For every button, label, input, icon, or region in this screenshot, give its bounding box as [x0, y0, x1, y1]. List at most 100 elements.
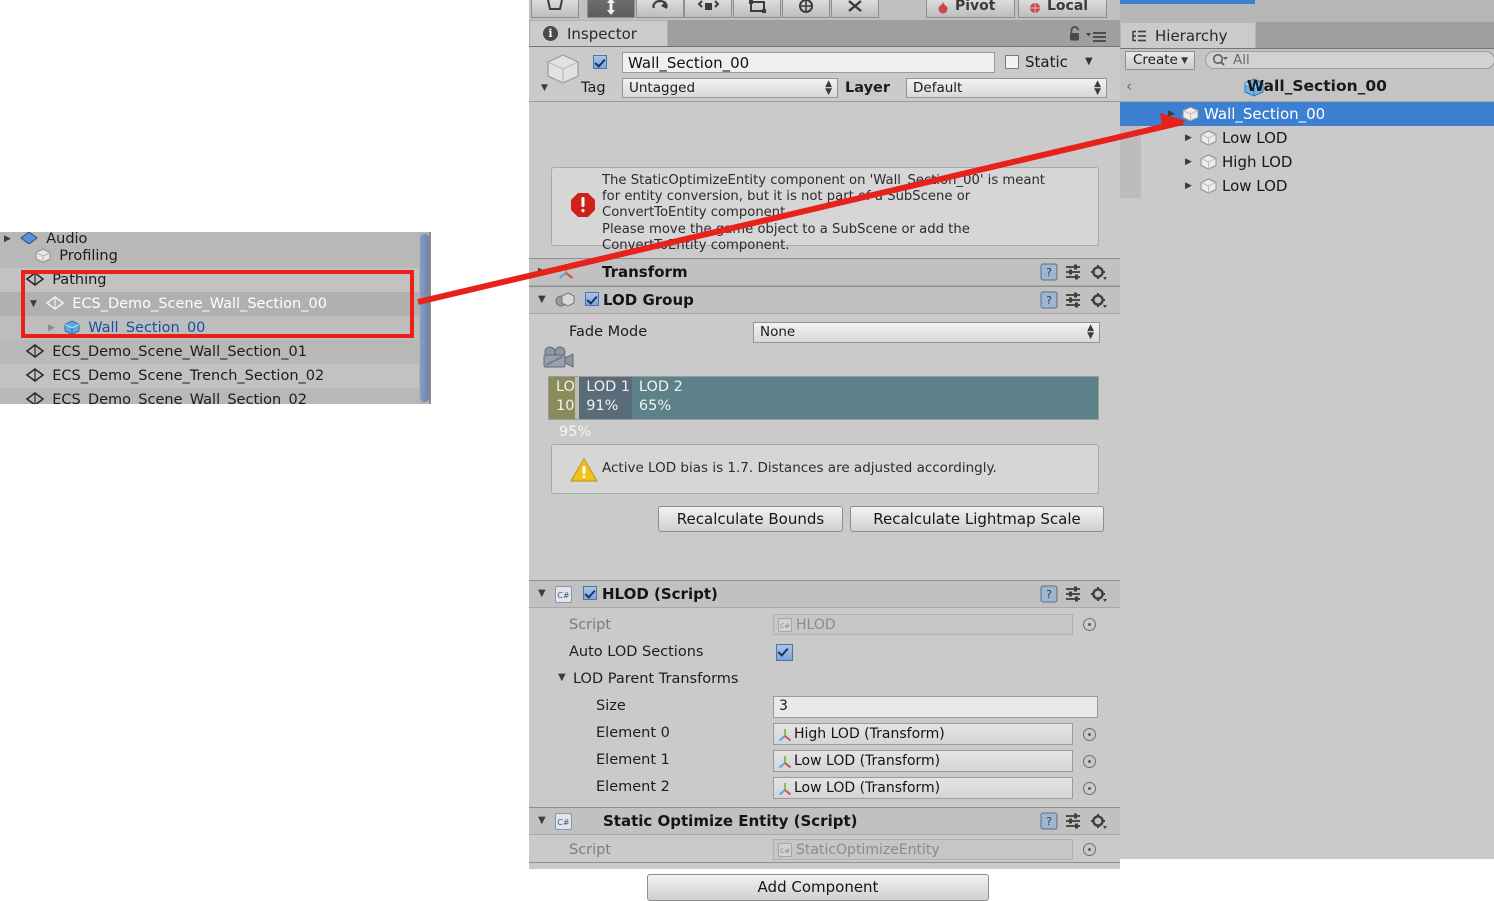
expand-triangle-icon[interactable]: ▶: [0, 235, 15, 244]
add-component-button[interactable]: Add Component: [647, 874, 989, 901]
recalculate-lightmap-scale-button[interactable]: Recalculate Lightmap Scale: [850, 506, 1104, 532]
object-picker-icon[interactable]: [1083, 843, 1096, 856]
object-picker-icon[interactable]: [1083, 782, 1096, 795]
unity-scene-icon: [25, 368, 44, 382]
hierarchy-tree[interactable]: ▶ Wall_Section_00 ▶ Low LOD ▶ High LOD ▶: [1120, 102, 1494, 859]
component-header-icons[interactable]: ?: [1040, 812, 1113, 830]
lod-bias-warning-text: Active LOD bias is 1.7. Distances are ad…: [602, 460, 997, 476]
component-header-icons[interactable]: ?: [1040, 291, 1113, 309]
chevron-down-icon[interactable]: ▼: [1085, 56, 1093, 67]
hlod-enabled-checkbox[interactable]: [583, 586, 597, 600]
lod-handle[interactable]: [575, 377, 579, 419]
transform-axis-icon: [777, 781, 793, 797]
divider: [529, 862, 1120, 863]
hierarchy-item-low-lod-2[interactable]: ▶ Low LOD: [1120, 174, 1494, 198]
svg-text:C#: C#: [780, 847, 790, 855]
component-header-icons[interactable]: ?: [1040, 263, 1113, 281]
move-tool-button[interactable]: [587, 0, 635, 18]
create-button-label: Create: [1133, 52, 1178, 68]
transform-axis-icon: [777, 727, 793, 743]
lod-group-component-header[interactable]: ▼ LOD Group ?: [529, 286, 1120, 314]
inspector-lock-icon[interactable]: [1068, 26, 1082, 42]
hlod-script-component-header[interactable]: ▼ C# HLOD (Script) ?: [529, 580, 1120, 608]
gameobject-name-input[interactable]: Wall_Section_00: [622, 52, 995, 73]
lod-group-enabled-checkbox[interactable]: [585, 292, 599, 306]
hierarchy-item-low-lod-1[interactable]: ▶ Low LOD: [1120, 126, 1494, 150]
create-button[interactable]: Create ▼: [1125, 51, 1195, 70]
inspector-menu-icon[interactable]: [1086, 31, 1108, 42]
lod-segment-2[interactable]: LOD 2 65%: [631, 377, 1098, 419]
csharp-script-icon: C#: [778, 618, 792, 632]
size-input[interactable]: 3: [773, 696, 1098, 718]
transform-tool-button[interactable]: [782, 0, 830, 18]
expand-triangle-icon[interactable]: ▶: [1185, 174, 1192, 198]
rotate-tool-button[interactable]: [636, 0, 684, 18]
recalculate-bounds-button[interactable]: Recalculate Bounds: [658, 506, 843, 532]
expand-triangle-icon[interactable]: ▼: [558, 672, 566, 683]
unity-scene-icon: [19, 232, 38, 244]
hierarchy-tabbar-bg: [1256, 22, 1494, 48]
static-optimize-entity-header[interactable]: ▼ C# Static Optimize Entity (Script) ?: [529, 807, 1120, 835]
expand-triangle-icon: ▶: [0, 364, 15, 388]
expand-triangle-icon[interactable]: ▼: [538, 588, 546, 599]
list-item[interactable]: ▶ ECS_Demo_Scene_Trench_Section_02: [0, 364, 431, 388]
expand-triangle-icon[interactable]: ▶: [1185, 150, 1192, 174]
object-picker-icon[interactable]: [1083, 755, 1096, 768]
scrollbar-thumb[interactable]: [420, 234, 429, 402]
transform-component-header[interactable]: ▶ Transform ?: [529, 258, 1120, 286]
hierarchy-search-input[interactable]: All: [1205, 51, 1494, 69]
component-header-icons[interactable]: ?: [1040, 585, 1113, 603]
expand-triangle-icon[interactable]: ▼: [538, 294, 546, 305]
list-item-label: ECS_Demo_Scene_Wall_Section_02: [52, 392, 307, 404]
rect-tool-button[interactable]: [733, 0, 781, 18]
list-item[interactable]: ▶ Audio: [0, 232, 431, 244]
expand-triangle-icon[interactable]: ▼: [538, 815, 546, 826]
hierarchy-item-label: Low LOD: [1222, 177, 1288, 195]
expand-triangle-icon[interactable]: ▶: [1168, 102, 1175, 126]
hierarchy-item-high-lod[interactable]: ▶ High LOD: [1120, 150, 1494, 174]
size-label: Size: [596, 698, 626, 714]
tag-dropdown[interactable]: Untagged ▲ ▼: [622, 78, 838, 98]
hand-tool-button[interactable]: [531, 0, 579, 18]
lod-distribution-bar[interactable]: LOD 0 100% LOD 1 91% LOD 2 65%: [548, 376, 1099, 420]
hierarchy-item-wall-section-00[interactable]: ▶ Wall_Section_00: [1120, 102, 1494, 126]
svg-text:?: ?: [1046, 815, 1052, 828]
element-0-label: Element 0: [596, 725, 670, 741]
csharp-script-icon: C#: [778, 843, 792, 857]
object-picker-icon[interactable]: [1083, 728, 1096, 741]
expand-triangle-icon: ▶: [0, 244, 15, 268]
list-item[interactable]: ▶ Profiling: [0, 244, 431, 268]
auto-lod-sections-checkbox[interactable]: [776, 644, 793, 661]
scene-list-scrollbar[interactable]: [419, 232, 431, 404]
list-item[interactable]: ▶ ECS_Demo_Scene_Wall_Section_01: [0, 340, 431, 364]
element-1-label: Element 1: [596, 752, 670, 768]
layer-dropdown[interactable]: Default ▲ ▼: [906, 78, 1107, 98]
scale-tool-button[interactable]: [684, 0, 732, 18]
static-label: Static: [1025, 53, 1068, 71]
script-value: StaticOptimizeEntity: [796, 842, 940, 858]
tab-inspector[interactable]: i Inspector: [529, 20, 668, 46]
chevron-down-icon[interactable]: ▼: [541, 83, 548, 93]
element-2-objectfield[interactable]: Low LOD (Transform): [773, 777, 1073, 799]
back-chevron-icon[interactable]: ‹: [1126, 77, 1132, 95]
hierarchy-item-label: Wall_Section_00: [1204, 105, 1326, 123]
pivot-toggle-button[interactable]: Pivot: [926, 0, 1015, 18]
object-picker-icon[interactable]: [1083, 618, 1096, 631]
custom-tool-button[interactable]: [831, 0, 879, 18]
local-toggle-button[interactable]: Local: [1018, 0, 1107, 18]
tab-hierarchy[interactable]: Hierarchy: [1120, 22, 1256, 48]
script-label: Script: [569, 617, 612, 633]
expand-triangle-icon[interactable]: ▶: [538, 266, 546, 277]
element-0-objectfield[interactable]: High LOD (Transform): [773, 723, 1073, 745]
lod-segment-1[interactable]: LOD 1 91%: [579, 377, 632, 419]
list-item[interactable]: ▶ ECS_Demo_Scene_Wall_Section_02: [0, 388, 431, 404]
gameobject-enabled-checkbox[interactable]: [593, 55, 607, 69]
list-item-label: Profiling: [59, 248, 118, 264]
fade-mode-dropdown[interactable]: None ▲ ▼: [753, 322, 1100, 343]
element-1-objectfield[interactable]: Low LOD (Transform): [773, 750, 1073, 772]
static-checkbox[interactable]: [1005, 55, 1019, 69]
expand-triangle-icon[interactable]: ▶: [1185, 126, 1192, 150]
csharp-script-icon: C#: [555, 586, 572, 603]
editor-toolbar[interactable]: Pivot Local: [529, 0, 1120, 21]
pivot-label: Pivot: [955, 0, 996, 14]
